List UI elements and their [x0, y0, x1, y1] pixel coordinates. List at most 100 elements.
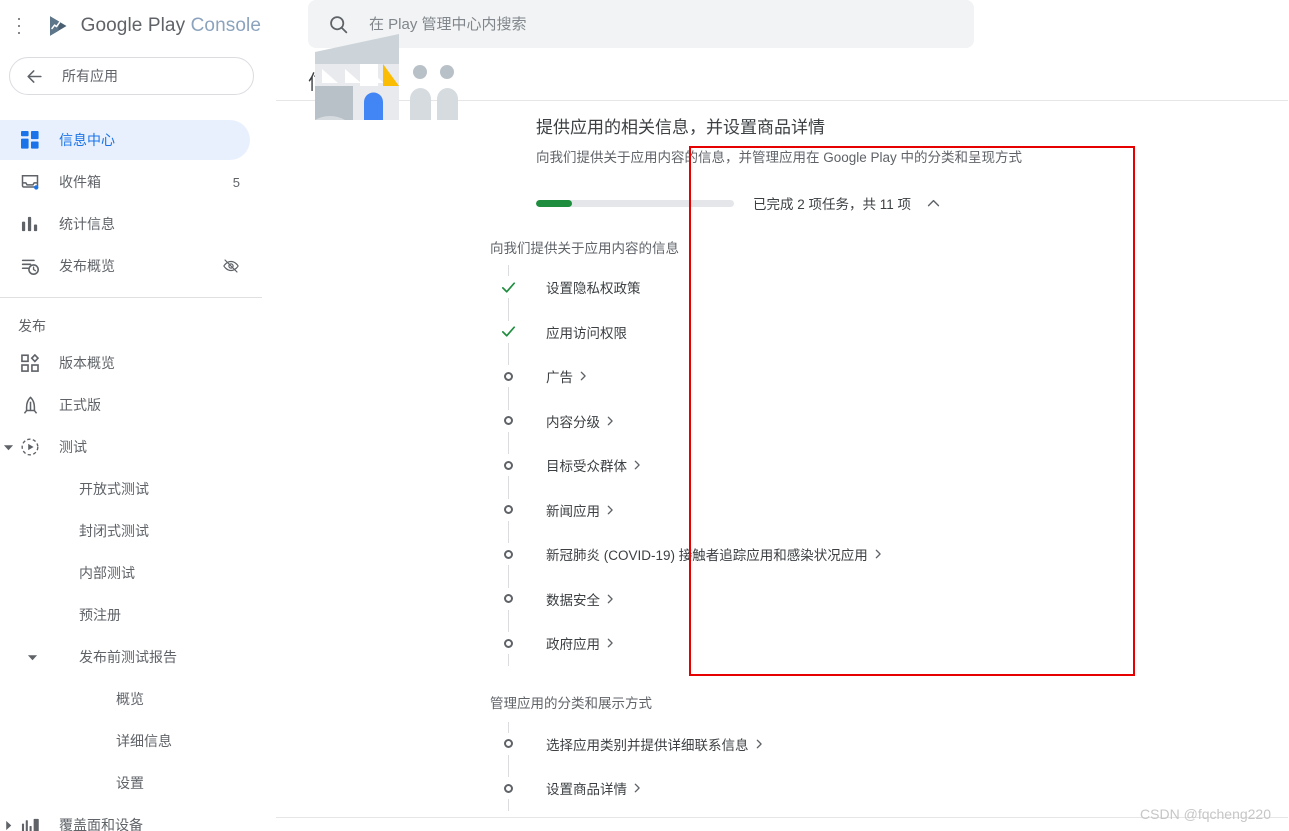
google-play-console-logo[interactable]: Google Play Console	[46, 13, 261, 39]
task-item[interactable]: 设置商品详情	[490, 766, 1190, 811]
task-label-text: 目标受众群体	[546, 459, 627, 475]
sidebar-item-testing[interactable]: 测试	[0, 426, 262, 468]
play-logo-icon	[49, 16, 67, 36]
task-item[interactable]: 新冠肺炎 (COVID-19) 接触者追踪应用和感染状况应用	[490, 532, 1190, 577]
task-label-text: 新冠肺炎 (COVID-19) 接触者追踪应用和感染状况应用	[546, 548, 868, 564]
chevron-right-icon	[873, 549, 883, 559]
task-card-subtitle: 向我们提供关于应用内容的信息，并管理应用在 Google Play 中的分类和呈…	[536, 150, 1023, 165]
circle-icon	[490, 587, 527, 610]
testing-play-circle-icon	[18, 435, 42, 459]
sidebar-section-publish: 发布	[18, 318, 46, 334]
chevron-right-icon[interactable]	[0, 813, 20, 831]
check-icon	[490, 320, 527, 343]
visibility-off-icon[interactable]	[222, 257, 240, 275]
brand-name-primary: Google Play	[80, 15, 186, 36]
sidebar-item-label: 详细信息	[116, 733, 172, 749]
circle-icon	[490, 632, 527, 655]
task-item[interactable]: 内容分级	[490, 398, 1190, 443]
sidebar-item-pre-launch-settings[interactable]: 设置	[0, 762, 262, 804]
progress-label: 已完成 2 项任务，共 11 项	[753, 197, 912, 212]
chevron-up-icon[interactable]	[925, 195, 942, 212]
task-label: 应用访问权限	[546, 322, 627, 342]
circle-icon	[490, 498, 527, 521]
circle-icon	[490, 777, 527, 800]
sidebar-item-label: 概览	[116, 691, 144, 707]
task-label: 数据安全	[546, 589, 615, 609]
task-item[interactable]: 设置隐私权政策	[490, 265, 1190, 310]
task-label: 政府应用	[546, 633, 615, 653]
release-overview-icon	[18, 351, 42, 375]
sidebar-item-publishing-overview[interactable]: 发布概览	[0, 245, 262, 287]
sidebar-item-label: 收件箱	[59, 174, 101, 190]
task-label-text: 政府应用	[546, 637, 600, 653]
circle-icon	[490, 454, 527, 477]
sidebar-item-label: 统计信息	[59, 216, 115, 232]
app-content-task-card: 提供应用的相关信息，并设置商品详情 向我们提供关于应用内容的信息，并管理应用在 …	[308, 105, 1288, 811]
sidebar-item-closed-testing[interactable]: 封闭式测试	[0, 510, 262, 552]
task-label-text: 新闻应用	[546, 503, 600, 519]
inbox-icon	[18, 170, 42, 194]
task-label-text: 内容分级	[546, 414, 600, 430]
brand-name-secondary: Console	[190, 15, 261, 36]
sidebar-item-label: 设置	[116, 775, 144, 791]
sidebar-item-pre-launch-overview[interactable]: 概览	[0, 678, 262, 720]
sidebar-item-label: 正式版	[59, 397, 101, 413]
task-item[interactable]: 广告	[490, 354, 1190, 399]
task-label-text: 设置商品详情	[546, 782, 627, 798]
sidebar-item-internal-testing[interactable]: 内部测试	[0, 552, 262, 594]
chevron-down-icon[interactable]	[20, 645, 44, 669]
brand-text: Google Play Console	[81, 15, 261, 37]
bar-chart-icon	[18, 212, 42, 236]
progress-fill	[536, 199, 572, 207]
reach-devices-icon	[18, 813, 42, 831]
sidebar-item-inbox[interactable]: 收件箱 5	[0, 161, 262, 203]
progress-row: 已完成 2 项任务，共 11 项	[536, 193, 942, 213]
task-item[interactable]: 选择应用类别并提供详细联系信息	[490, 721, 1190, 766]
sidebar-item-pre-launch-details[interactable]: 详细信息	[0, 720, 262, 762]
task-card-title: 提供应用的相关信息，并设置商品详情	[536, 118, 825, 137]
sidebar-item-production[interactable]: 正式版	[0, 384, 262, 426]
task-label-text: 应用访问权限	[546, 325, 627, 341]
app-root: Google Play Console 所有应用 信息中心 收件箱 5 统计信息…	[0, 0, 1289, 831]
sidebar-item-label: 信息中心	[59, 132, 115, 148]
task-item[interactable]: 数据安全	[490, 576, 1190, 621]
task-item[interactable]: 应用访问权限	[490, 309, 1190, 354]
arrow-left-icon	[24, 66, 44, 86]
task-label: 新闻应用	[546, 500, 615, 520]
chevron-right-icon	[605, 594, 615, 604]
chevron-right-icon	[605, 505, 615, 515]
task-list-store-presence: 选择应用类别并提供详细联系信息设置商品详情	[490, 721, 1190, 811]
circle-icon	[490, 365, 527, 388]
sidebar-item-reach-and-devices[interactable]: 覆盖面和设备	[0, 804, 262, 831]
dashboard-icon	[18, 128, 42, 152]
task-item[interactable]: 目标受众群体	[490, 443, 1190, 488]
task-item[interactable]: 政府应用	[490, 621, 1190, 666]
sidebar: Google Play Console 所有应用 信息中心 收件箱 5 统计信息…	[0, 0, 262, 831]
watermark: CSDN @fqcheng220	[1140, 806, 1271, 822]
sidebar-item-release-overview[interactable]: 版本概览	[0, 342, 262, 384]
task-label-text: 设置隐私权政策	[546, 281, 641, 297]
chevron-down-icon[interactable]	[0, 435, 20, 459]
circle-icon	[490, 732, 527, 755]
task-label: 新冠肺炎 (COVID-19) 接触者追踪应用和感染状况应用	[546, 544, 883, 564]
chevron-right-icon	[632, 460, 642, 470]
sidebar-item-pre-launch-report[interactable]: 发布前测试报告	[0, 636, 262, 678]
sidebar-item-label: 内部测试	[79, 565, 135, 581]
circle-icon	[490, 409, 527, 432]
progress-track	[536, 199, 734, 207]
sidebar-item-dashboard[interactable]: 信息中心	[0, 119, 262, 161]
chevron-right-icon	[578, 371, 588, 381]
sidebar-item-open-testing[interactable]: 开放式测试	[0, 468, 262, 510]
hamburger-icon[interactable]	[18, 18, 20, 34]
sidebar-item-label: 测试	[59, 439, 87, 455]
sidebar-item-statistics[interactable]: 统计信息	[0, 203, 262, 245]
content-bottom-divider	[276, 817, 1288, 818]
task-label: 设置商品详情	[546, 778, 642, 798]
task-item[interactable]: 新闻应用	[490, 487, 1190, 532]
sidebar-item-pre-registration[interactable]: 预注册	[0, 594, 262, 636]
task-label: 广告	[546, 366, 588, 386]
sidebar-item-label: 发布前测试报告	[79, 649, 177, 665]
sidebar-item-label: 版本概览	[59, 355, 115, 371]
all-apps-back-button[interactable]: 所有应用	[9, 57, 254, 95]
task-label: 目标受众群体	[546, 455, 642, 475]
